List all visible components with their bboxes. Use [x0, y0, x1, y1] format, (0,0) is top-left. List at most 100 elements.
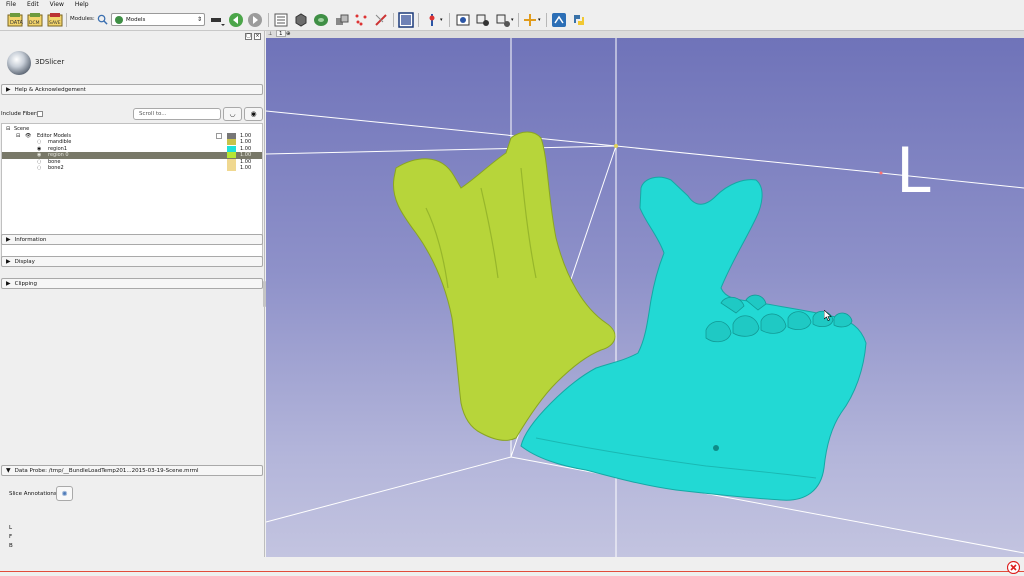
color-swatch[interactable]: [227, 145, 236, 152]
models-module-icon[interactable]: [313, 12, 329, 28]
color-swatch[interactable]: [227, 139, 236, 145]
scroll-to-placeholder: Scroll to...: [139, 111, 167, 117]
include-fibers-label: Include Fibers: [1, 111, 40, 117]
menu-file[interactable]: File: [6, 1, 16, 8]
data-module-icon[interactable]: [273, 12, 289, 28]
scroll-to-input[interactable]: Scroll to...: [133, 108, 221, 120]
save-icon[interactable]: SAVE: [47, 12, 63, 28]
help-section-label: Help & Acknowledgement: [14, 86, 86, 93]
extension-manager-icon[interactable]: [551, 12, 567, 28]
collapse-arrow-icon: ▼: [6, 467, 11, 474]
undock-icon[interactable]: ▢: [245, 33, 252, 40]
visibility-hidden-icon[interactable]: ◌: [37, 165, 41, 172]
forward-arrow-icon[interactable]: [247, 12, 263, 28]
information-section[interactable]: ▶ Information: [1, 234, 263, 245]
clipping-section-label: Clipping: [14, 280, 38, 287]
layout-icon[interactable]: [398, 12, 414, 28]
markups-module-icon[interactable]: [353, 12, 369, 28]
toolbar-separator: [393, 13, 394, 27]
record-icon[interactable]: [495, 12, 511, 28]
svg-text:SAVE: SAVE: [49, 20, 61, 26]
color-swatch[interactable]: [227, 152, 236, 158]
error-log-button[interactable]: [1006, 561, 1021, 574]
svg-text:DATA: DATA: [10, 20, 23, 26]
view-controller-bar: ⊥ 1 ⊕: [266, 30, 1024, 38]
editor-module-icon[interactable]: [373, 12, 389, 28]
svg-text:DCM: DCM: [29, 20, 40, 26]
slice-annotations-label: Slice Annotations:: [9, 491, 59, 497]
color-swatch[interactable]: [227, 158, 236, 165]
three-d-scene: [266, 38, 1024, 557]
search-icon[interactable]: [97, 14, 108, 25]
data-probe-label: Data Probe: /tmp/__BundleLoadTemp201...2…: [14, 467, 199, 474]
crosshair-point: [614, 144, 618, 148]
record-dropdown-icon[interactable]: ▾: [511, 17, 514, 23]
three-d-view[interactable]: [266, 38, 1024, 557]
menu-help[interactable]: Help: [75, 1, 89, 8]
data-probe-section[interactable]: ▼ Data Probe: /tmp/__BundleLoadTemp201..…: [1, 465, 263, 476]
crosshair-dropdown-icon[interactable]: ▾: [538, 17, 541, 23]
close-panel-icon[interactable]: ×: [254, 33, 261, 40]
menu-bar: File Edit View Help: [0, 0, 1024, 9]
clipping-section[interactable]: ▶ Clipping: [1, 278, 263, 289]
toolbar-separator: [268, 13, 269, 27]
probe-line-b: B: [9, 543, 13, 549]
color-swatch[interactable]: [227, 165, 236, 171]
screenshot-icon[interactable]: [455, 12, 471, 28]
expand-arrow-icon: ▶: [6, 280, 11, 287]
eye-icon: ◉: [250, 110, 257, 118]
include-fibers-checkbox[interactable]: [37, 111, 43, 117]
transforms-module-icon[interactable]: [334, 12, 350, 28]
hide-all-models-button[interactable]: ◡: [223, 107, 242, 121]
probe-line-l: L: [9, 525, 13, 531]
back-arrow-icon[interactable]: [228, 12, 244, 28]
main-toolbar: DATA DCM SAVE Modules: Models ⇕ ▾ ▾ ▾: [0, 9, 1024, 31]
display-section[interactable]: ▶ Display: [1, 256, 263, 267]
module-panel: ▢ × 3DSlicer ▶ Help & Acknowledgement In…: [0, 31, 266, 557]
tree-checkbox[interactable]: [216, 132, 222, 139]
expand-arrow-icon: ▶: [6, 86, 11, 93]
dicom-icon[interactable]: DCM: [27, 12, 43, 28]
module-selector[interactable]: Models ⇕: [111, 13, 205, 26]
modules-label: Modules:: [70, 16, 95, 22]
error-icon: [1007, 561, 1020, 574]
expand-arrow-icon: ▶: [6, 258, 11, 265]
toolbar-separator: [518, 13, 519, 27]
gear-icon: ✺: [61, 489, 68, 498]
load-data-icon[interactable]: DATA: [7, 12, 23, 28]
module-selected-label: Models: [126, 16, 146, 23]
crosshair-icon[interactable]: [522, 12, 538, 28]
mouse-mode-dropdown-icon[interactable]: ▾: [440, 17, 443, 23]
opacity-value: 1.00: [240, 165, 252, 171]
menu-view[interactable]: View: [50, 1, 64, 8]
color-swatch[interactable]: [227, 132, 236, 139]
slicer-logo: [7, 51, 31, 75]
tree-label-bone2: bone2: [48, 165, 64, 171]
help-acknowledgement-section[interactable]: ▶ Help & Acknowledgement: [1, 84, 263, 95]
volumes-module-icon[interactable]: [293, 12, 309, 28]
python-console-icon[interactable]: [571, 12, 587, 28]
show-all-models-button[interactable]: ◉: [244, 107, 263, 121]
display-section-label: Display: [14, 258, 35, 265]
menu-edit[interactable]: Edit: [27, 1, 39, 8]
information-section-label: Information: [14, 236, 47, 243]
view-number: 1: [276, 30, 286, 37]
tree-row-bone2[interactable]: ◌ bone2 1.00: [2, 165, 262, 172]
toolbar-separator: [449, 13, 450, 27]
mouse-mode-icon[interactable]: [424, 12, 440, 28]
module-history-icon[interactable]: [209, 12, 225, 28]
status-bar: [0, 557, 1024, 576]
toolbar-separator: [418, 13, 419, 27]
expand-arrow-icon: ▶: [6, 236, 11, 243]
models-module-icon: [115, 15, 123, 24]
status-divider: [0, 571, 1024, 572]
view-settings-icon[interactable]: ⊕: [286, 31, 291, 37]
mouse-cursor: [824, 310, 832, 321]
probe-line-f: F: [9, 534, 13, 540]
slice-annotations-button[interactable]: ✺: [56, 486, 73, 501]
scene-view-icon[interactable]: [475, 12, 491, 28]
pin-icon[interactable]: ⊥: [268, 31, 273, 37]
ruler-endpoint: [879, 171, 883, 175]
combo-arrow-icon: ⇕: [196, 16, 202, 23]
toolbar-separator: [66, 13, 67, 27]
